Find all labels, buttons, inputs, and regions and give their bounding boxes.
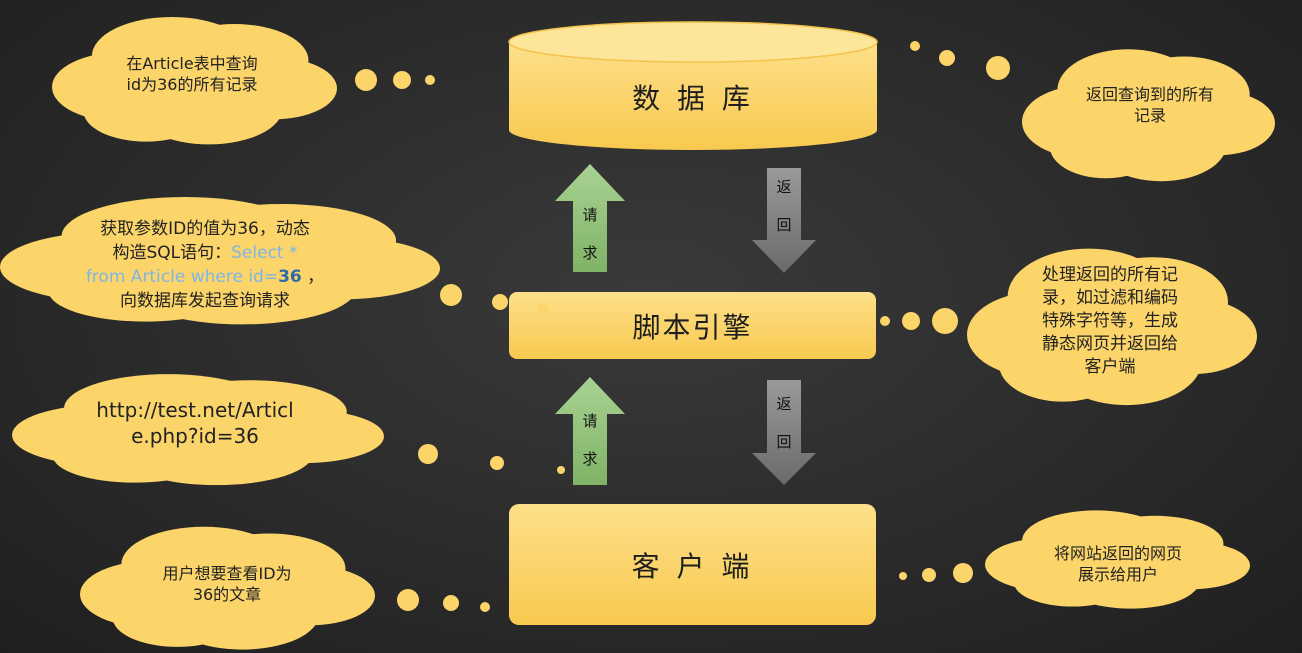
url-line-2: e.php?id=36 [131, 424, 259, 448]
build-sql-line-4: 向数据库发起查询请求 [120, 291, 290, 311]
build-sql-line-3: from Article where id=36 ， [50, 265, 360, 289]
process-records-line-5: 客户端 [1084, 357, 1136, 377]
request-top-char-2: 求 [582, 244, 598, 262]
request-bottom-char-2: 求 [582, 450, 598, 468]
show-page-line-1: 将网站返回的网页 [1053, 544, 1182, 563]
sql-code-select: Select * [231, 243, 298, 263]
sql-code-from: from Article where id= [85, 267, 279, 287]
query-article-line-1: 在Article表中查询 [126, 54, 258, 73]
return-bottom-char-1: 返 [776, 395, 792, 413]
sql-id-value: 36 [278, 267, 302, 287]
return-top-label: 返 回 [769, 168, 799, 244]
client-label: 客 户 端 [631, 549, 754, 583]
url-line-1: http://test.net/Articl [96, 398, 294, 422]
request-bottom-label: 请 求 [575, 402, 605, 478]
return-top-char-2: 回 [776, 216, 792, 234]
process-records-line-4: 静态网页并返回给 [1042, 334, 1178, 354]
request-top-char-1: 请 [582, 206, 598, 224]
cloud-user-wants-text: 用户想要查看ID为 36的文章 [122, 563, 332, 605]
cloud-url-text: http://test.net/Articl e.php?id=36 [60, 397, 330, 449]
request-bottom-char-1: 请 [582, 412, 598, 430]
cloud-process-records-text: 处理返回的所有记 录，如过滤和编码 特殊字符等，生成 静态网页并返回给 客户端 [1015, 264, 1205, 379]
return-bottom-char-2: 回 [776, 433, 792, 451]
cloud-build-sql-text: 获取参数ID的值为36，动态 构造SQL语句：Select * from Art… [50, 217, 360, 313]
cloud-query-article-text: 在Article表中查询 id为36的所有记录 [92, 53, 292, 95]
script-engine-label: 脚本引擎 [632, 310, 753, 344]
database-label: 数 据 库 [632, 82, 754, 115]
return-top-char-1: 返 [776, 178, 792, 196]
return-records-line-1: 返回查询到的所有 [1085, 85, 1214, 104]
build-sql-line-2-prefix: 构造SQL语句： [112, 243, 232, 263]
query-article-line-2: id为36的所有记录 [126, 75, 258, 94]
process-records-line-3: 特殊字符等，生成 [1042, 311, 1178, 331]
cloud-show-page-text: 将网站返回的网页 展示给用户 [1028, 543, 1208, 585]
show-page-line-2: 展示给用户 [1077, 565, 1158, 584]
user-wants-line-1: 用户想要查看ID为 [162, 564, 292, 583]
request-top-label: 请 求 [575, 196, 605, 272]
build-sql-line-3-suffix: ， [301, 267, 325, 287]
return-records-line-2: 记录 [1133, 106, 1166, 125]
build-sql-line-2: 构造SQL语句：Select * [50, 241, 360, 265]
process-records-line-1: 处理返回的所有记 [1042, 265, 1178, 285]
build-sql-line-1: 获取参数ID的值为36，动态 [100, 219, 310, 239]
process-records-line-2: 录，如过滤和编码 [1042, 288, 1178, 308]
user-wants-line-2: 36的文章 [192, 585, 262, 604]
return-bottom-label: 返 回 [769, 385, 799, 461]
cloud-return-records-text: 返回查询到的所有 记录 [1060, 84, 1240, 126]
